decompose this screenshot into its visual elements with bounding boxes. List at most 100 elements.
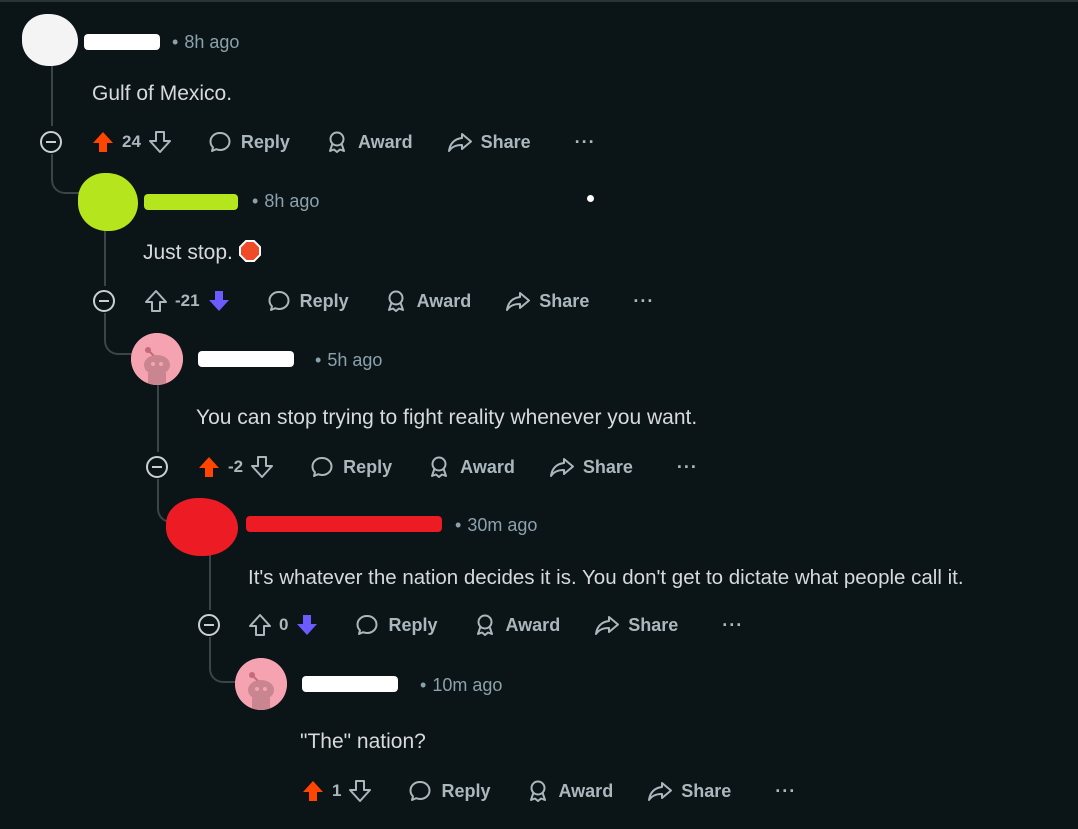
award-button[interactable]: Award	[426, 454, 515, 480]
share-label: Share	[681, 780, 732, 801]
award-label: Award	[357, 131, 413, 152]
snoo-avatar-icon	[235, 658, 287, 710]
award-button[interactable]: Award	[383, 288, 471, 314]
stop-sign-icon	[238, 240, 261, 262]
reply-icon	[407, 778, 433, 804]
vote-group: -2	[196, 454, 275, 480]
timestamp: 5h ago	[327, 350, 383, 370]
award-label: Award	[505, 614, 561, 635]
meta-separator: •	[252, 191, 259, 211]
more-icon[interactable]: ···	[722, 615, 743, 636]
share-button[interactable]: Share	[549, 454, 633, 480]
share-label: Share	[480, 131, 531, 152]
avatar[interactable]	[235, 658, 287, 710]
award-icon	[472, 612, 498, 638]
username-redacted[interactable]	[144, 194, 238, 210]
upvote-icon[interactable]	[247, 612, 273, 638]
share-icon	[505, 288, 531, 314]
collapse-icon[interactable]	[198, 614, 220, 636]
more-icon[interactable]: ···	[677, 457, 698, 478]
downvote-icon[interactable]	[347, 778, 373, 804]
thread-elbow	[104, 313, 134, 355]
upvote-icon[interactable]	[196, 454, 222, 480]
award-icon	[426, 454, 452, 480]
award-button[interactable]: Award	[472, 612, 561, 638]
comment-body-text: Just stop.	[143, 241, 233, 264]
vote-group: -21	[143, 288, 232, 314]
award-button[interactable]: Award	[525, 778, 614, 804]
collapse-icon[interactable]	[40, 131, 62, 153]
comment-actions: -2 Reply Award Share ···	[196, 450, 698, 484]
timestamp: 10m ago	[432, 675, 503, 695]
reply-button[interactable]: Reply	[207, 129, 290, 155]
downvote-icon[interactable]	[294, 612, 320, 638]
more-icon[interactable]: ···	[633, 291, 654, 312]
username-redacted[interactable]	[302, 676, 398, 692]
comment-actions: 1 Reply Award Share ···	[300, 774, 796, 808]
username-redacted[interactable]	[246, 516, 442, 532]
comment-meta: • 30m ago	[455, 515, 537, 536]
award-label: Award	[460, 456, 515, 477]
thread-line	[51, 64, 53, 126]
avatar[interactable]	[166, 498, 238, 556]
share-icon	[647, 778, 673, 804]
top-border	[0, 0, 1078, 2]
award-label: Award	[558, 780, 614, 801]
share-icon	[549, 454, 575, 480]
reply-icon	[309, 454, 335, 480]
snoo-avatar-icon	[131, 333, 183, 385]
upvote-icon[interactable]	[300, 778, 326, 804]
stray-dot	[587, 195, 594, 202]
vote-score: -21	[175, 291, 200, 310]
comment-meta: • 8h ago	[172, 32, 239, 53]
comment-body: It's whatever the nation decides it is. …	[248, 566, 964, 589]
share-button[interactable]: Share	[505, 288, 589, 314]
share-button[interactable]: Share	[647, 778, 731, 804]
upvote-icon[interactable]	[143, 288, 169, 314]
meta-separator: •	[455, 515, 462, 535]
reply-label: Reply	[240, 131, 290, 152]
reply-icon	[207, 129, 233, 155]
downvote-icon[interactable]	[147, 129, 173, 155]
meta-separator: •	[315, 350, 322, 370]
comment-actions: 24 Reply Award Share ···	[90, 125, 596, 159]
thread-line	[104, 222, 106, 286]
reply-button[interactable]: Reply	[309, 454, 392, 480]
more-icon[interactable]: ···	[775, 781, 796, 802]
downvote-icon[interactable]	[249, 454, 275, 480]
vote-group: 0	[247, 612, 320, 638]
collapse-icon[interactable]	[93, 290, 115, 312]
share-label: Share	[628, 614, 679, 635]
vote-score: 0	[279, 615, 289, 634]
downvote-icon[interactable]	[206, 288, 232, 314]
comment-body: Just stop.	[143, 240, 261, 265]
share-icon	[447, 129, 473, 155]
username-redacted[interactable]	[84, 34, 160, 50]
share-icon	[594, 612, 620, 638]
meta-separator: •	[420, 675, 427, 695]
thread-elbow	[51, 154, 83, 194]
username-redacted[interactable]	[198, 351, 294, 367]
upvote-icon[interactable]	[90, 129, 116, 155]
avatar[interactable]	[78, 173, 138, 231]
more-icon[interactable]: ···	[575, 132, 596, 153]
reply-icon	[266, 288, 292, 314]
comment-actions: -21 Reply Award Share ···	[143, 284, 654, 318]
comment-body: "The" nation?	[300, 730, 426, 753]
share-button[interactable]: Share	[447, 129, 531, 155]
award-icon	[383, 288, 409, 314]
collapse-icon[interactable]	[146, 456, 168, 478]
comment-body: Gulf of Mexico.	[92, 82, 233, 105]
reply-button[interactable]: Reply	[354, 612, 438, 638]
avatar[interactable]	[131, 333, 183, 385]
reply-button[interactable]: Reply	[407, 778, 491, 804]
reply-button[interactable]: Reply	[266, 288, 349, 314]
timestamp: 8h ago	[184, 32, 240, 52]
share-button[interactable]: Share	[594, 612, 678, 638]
reply-label: Reply	[441, 780, 491, 801]
reply-icon	[354, 612, 380, 638]
award-button[interactable]: Award	[324, 129, 413, 155]
vote-score: 24	[122, 132, 141, 151]
thread-line	[209, 548, 211, 610]
avatar[interactable]	[22, 14, 78, 66]
